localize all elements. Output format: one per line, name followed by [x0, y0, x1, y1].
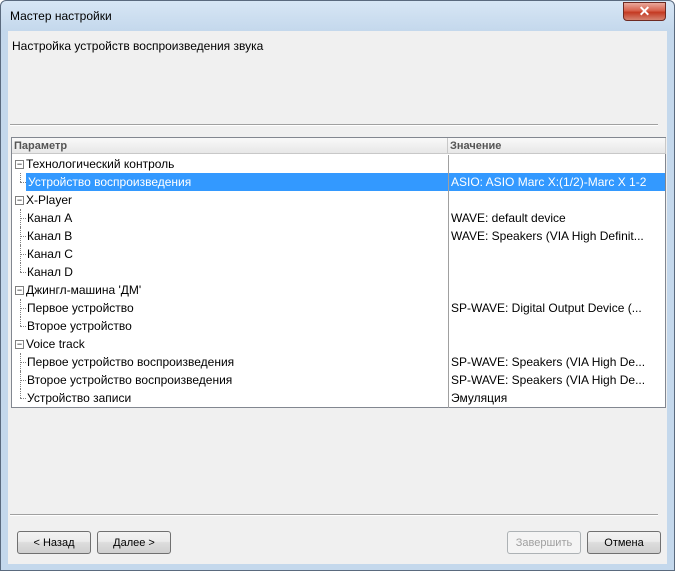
tree-row[interactable]: Устройство записи Эмуляция [12, 389, 665, 407]
tree-group-row[interactable]: − Voice track [12, 335, 665, 353]
param-value[interactable]: SP-WAVE: Digital Output Device (... [449, 299, 665, 317]
tree-row[interactable]: Канал C [12, 245, 665, 263]
collapse-icon[interactable]: − [15, 340, 24, 349]
tree-line [20, 263, 21, 272]
param-name: Технологический контроль [26, 157, 175, 171]
page-title: Настройка устройств воспроизведения звук… [12, 39, 264, 53]
column-header-value[interactable]: Значение [448, 138, 666, 154]
column-header-param[interactable]: Параметр [12, 138, 448, 154]
tree-line [20, 254, 26, 255]
param-value[interactable]: SP-WAVE: Speakers (VIA High De... [449, 371, 665, 389]
next-button[interactable]: Далее > [97, 531, 171, 554]
tree-line [20, 317, 21, 326]
param-value[interactable]: Эмуляция [449, 389, 665, 407]
param-name: Канал D [27, 265, 73, 279]
param-name: Канал C [27, 247, 73, 261]
tree-row[interactable]: Второе устройство [12, 317, 665, 335]
tree-line [20, 380, 26, 381]
tree-row[interactable]: Первое устройство воспроизведения SP-WAVE… [12, 353, 665, 371]
wizard-client: Настройка устройств воспроизведения звук… [8, 31, 667, 564]
param-value[interactable]: SP-WAVE: Speakers (VIA High De... [449, 353, 665, 371]
param-value[interactable]: WAVE: Speakers (VIA High Definit... [449, 227, 665, 245]
header-divider [10, 124, 658, 126]
param-name: Канал B [27, 229, 73, 243]
param-name: Устройство записи [27, 391, 132, 405]
param-name: Первое устройство воспроизведения [27, 355, 235, 369]
param-name: Джингл-машина 'ДМ' [26, 283, 142, 297]
tree-row[interactable]: Первое устройство SP-WAVE: Digital Output… [12, 299, 665, 317]
cancel-button[interactable]: Отмена [587, 531, 661, 554]
param-name: Второе устройство воспроизведения [27, 373, 233, 387]
tree-line [20, 326, 26, 327]
tree-line [20, 308, 26, 309]
footer-divider [10, 514, 658, 516]
tree-line [20, 218, 26, 219]
tree-line [20, 398, 26, 399]
tree-row[interactable]: Канал D [12, 263, 665, 281]
param-name: X-Player [26, 193, 73, 207]
param-value[interactable]: ASIO: ASIO Marc X:(1/2)-Marc X 1-2 [449, 173, 665, 191]
tree-group-row[interactable]: − X-Player [12, 191, 665, 209]
wizard-window: Мастер настройки ✕ Настройка устройств в… [0, 0, 675, 571]
close-button[interactable]: ✕ [623, 2, 666, 21]
tree-line [20, 173, 21, 182]
tree-row[interactable]: Второе устройство воспроизведения SP-WAVE… [12, 371, 665, 389]
wizard-header: Настройка устройств воспроизведения звук… [8, 31, 667, 134]
param-name: Voice track [26, 337, 85, 351]
tree-group-row[interactable]: − Технологический контроль [12, 155, 665, 173]
tree-row[interactable]: Канал A WAVE: default device [12, 209, 665, 227]
tree-line [20, 389, 21, 398]
tree-group-row[interactable]: − Джингл-машина 'ДМ' [12, 281, 665, 299]
tree-line [20, 236, 26, 237]
param-name: Канал A [27, 211, 73, 225]
param-name: Устройство воспроизведения [26, 173, 448, 191]
finish-button[interactable]: Завершить [507, 531, 581, 554]
window-title: Мастер настройки [10, 9, 112, 23]
tree-line [20, 272, 26, 273]
param-name: Первое устройство [27, 301, 134, 315]
collapse-icon[interactable]: − [15, 160, 24, 169]
title-bar[interactable]: Мастер настройки ✕ [1, 1, 674, 31]
back-button[interactable]: < Назад [17, 531, 91, 554]
collapse-icon[interactable]: − [15, 196, 24, 205]
collapse-icon[interactable]: − [15, 286, 24, 295]
param-value[interactable]: WAVE: default device [449, 209, 665, 227]
param-name: Второе устройство [27, 319, 132, 333]
tree-row[interactable]: Устройство воспроизведения ASIO: ASIO Mar… [12, 173, 665, 191]
tree-line [20, 362, 26, 363]
settings-tree-grid[interactable]: Параметр Значение − Технологический контр… [11, 137, 666, 408]
tree-row[interactable]: Канал B WAVE: Speakers (VIA High Definit.… [12, 227, 665, 245]
close-icon: ✕ [638, 3, 651, 19]
